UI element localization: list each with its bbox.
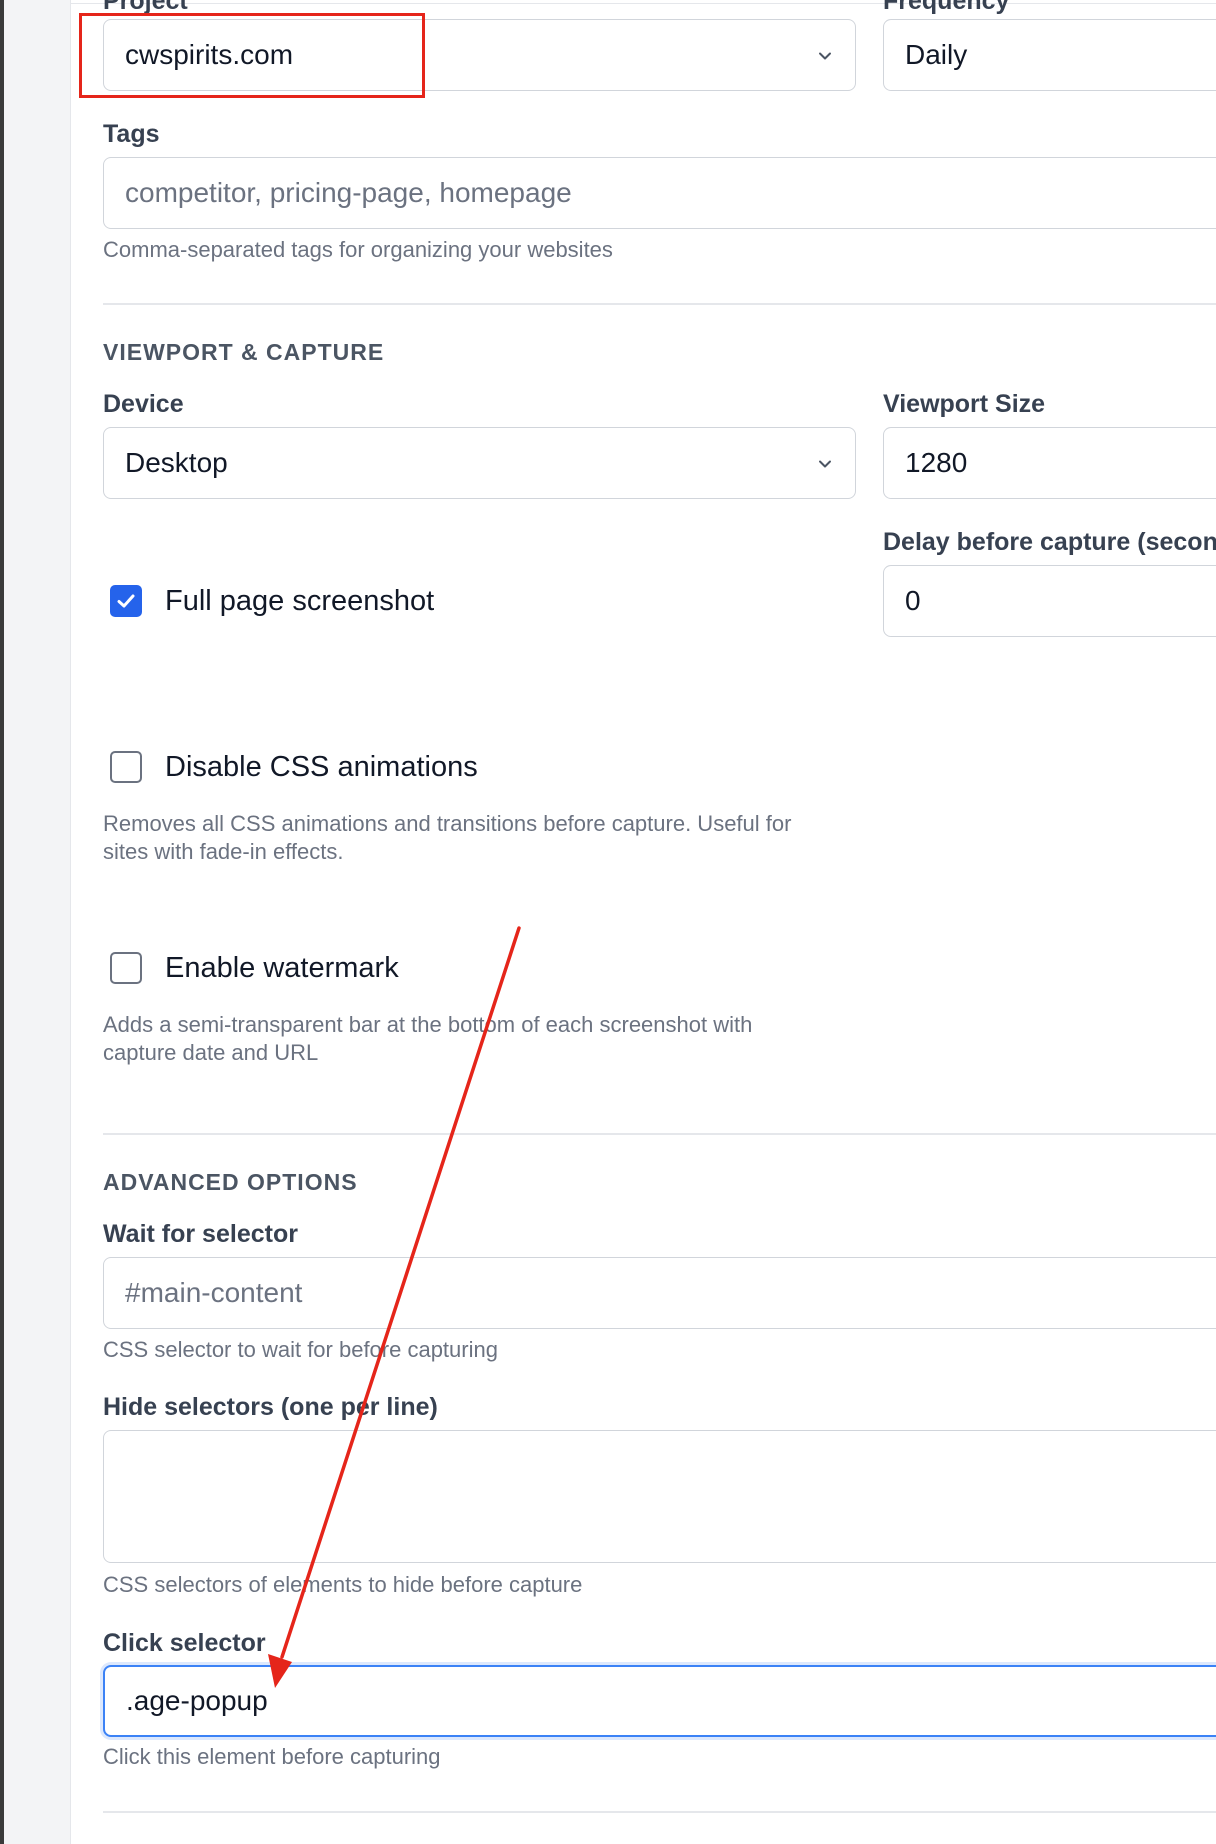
device-select[interactable]: Desktop	[103, 427, 856, 499]
frequency-select[interactable]: Daily	[883, 19, 1216, 91]
viewport-size-input[interactable]: 1280	[883, 427, 1216, 499]
chevron-down-icon	[819, 460, 831, 468]
chevron-down-icon	[819, 52, 831, 60]
watermark-help: Adds a semi-transparent bar at the botto…	[103, 1012, 753, 1037]
settings-form-panel: Project cwspirits.com Frequency Daily Ta…	[70, 0, 1216, 1844]
disable-css-animations-checkbox[interactable]	[110, 751, 142, 783]
viewport-capture-heading: VIEWPORT & CAPTURE	[103, 339, 385, 365]
enable-watermark-label[interactable]: Enable watermark	[165, 952, 399, 985]
delay-input[interactable]: 0	[883, 565, 1216, 637]
tags-help: Comma-separated tags for organizing your…	[103, 237, 613, 262]
click-selector-input[interactable]: .age-popup	[103, 1665, 1216, 1737]
section-divider	[103, 1133, 1216, 1135]
full-page-checkbox[interactable]	[110, 585, 142, 617]
wait-selector-label: Wait for selector	[103, 1220, 298, 1248]
delay-label: Delay before capture (seconds)	[883, 528, 1216, 556]
section-divider	[103, 1811, 1216, 1813]
disable-css-animations-label[interactable]: Disable CSS animations	[165, 751, 478, 784]
frequency-select-value: Daily	[905, 39, 968, 70]
frequency-label: Frequency	[883, 0, 1010, 15]
section-divider	[103, 303, 1216, 305]
device-select-value: Desktop	[125, 447, 228, 478]
red-highlight-box	[79, 13, 425, 98]
wait-selector-input[interactable]: #main-content	[103, 1257, 1216, 1329]
disable-css-help: Removes all CSS animations and transitio…	[103, 811, 792, 836]
viewport-size-label: Viewport Size	[883, 390, 1046, 418]
hide-selectors-textarea[interactable]	[103, 1430, 1216, 1563]
click-selector-value: .age-popup	[126, 1685, 268, 1716]
full-page-label[interactable]: Full page screenshot	[165, 585, 434, 618]
checkmark-icon	[117, 594, 135, 608]
disable-css-help-line-2: sites with fade-in effects.	[103, 839, 344, 864]
watermark-help-line-2: capture date and URL	[103, 1040, 319, 1065]
advanced-options-heading: ADVANCED OPTIONS	[103, 1169, 358, 1195]
click-selector-help: Click this element before capturing	[103, 1744, 441, 1769]
wait-selector-help: CSS selector to wait for before capturin…	[103, 1337, 498, 1362]
device-label: Device	[103, 390, 184, 418]
window-edge	[0, 0, 4, 1844]
tags-placeholder: competitor, pricing-page, homepage	[125, 177, 572, 208]
tags-label: Tags	[103, 120, 160, 148]
hide-selectors-help: CSS selectors of elements to hide before…	[103, 1572, 583, 1597]
click-selector-label: Click selector	[103, 1629, 266, 1657]
tags-input[interactable]: competitor, pricing-page, homepage	[103, 157, 1216, 229]
hide-selectors-label: Hide selectors (one per line)	[103, 1393, 438, 1421]
enable-watermark-checkbox[interactable]	[110, 952, 142, 984]
delay-value: 0	[905, 585, 921, 616]
top-border	[71, 3, 1216, 4]
wait-selector-placeholder: #main-content	[125, 1277, 303, 1308]
viewport-size-value: 1280	[905, 447, 968, 478]
